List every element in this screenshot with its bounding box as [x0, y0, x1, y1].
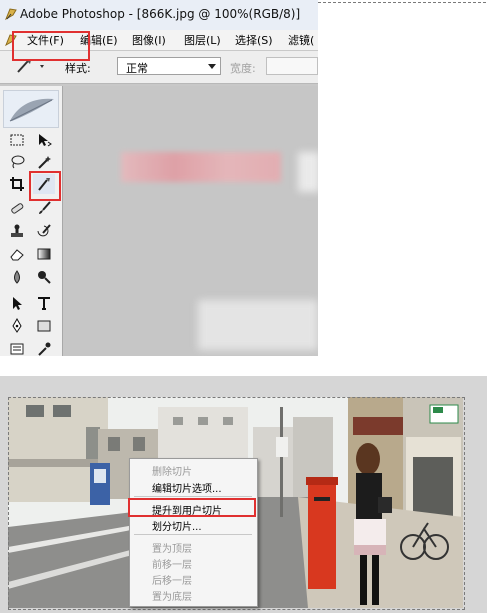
style-label: 样式:: [65, 62, 91, 75]
history-brush-icon[interactable]: [33, 221, 55, 241]
ctx-bring-forward[interactable]: 前移一层: [152, 556, 192, 571]
photoshop-app-icon: [5, 8, 17, 21]
menu-select[interactable]: 选择(S): [233, 32, 275, 48]
clone-stamp-icon[interactable]: [6, 221, 28, 241]
dodge-tool-icon[interactable]: [33, 267, 55, 287]
lasso-tool-icon[interactable]: [6, 152, 28, 172]
feather-logo: [3, 90, 59, 128]
title-bar: Adobe Photoshop - [866K.jpg @ 100%(RGB/8…: [0, 0, 318, 31]
pen-tool-icon[interactable]: [6, 316, 28, 336]
width-input[interactable]: [266, 57, 318, 75]
menu-separator: [134, 496, 252, 497]
menu-separator: [134, 534, 252, 535]
eyedropper-tool-icon[interactable]: [33, 339, 55, 356]
blur-tool-icon[interactable]: [6, 267, 28, 287]
marquee-tool-icon[interactable]: [6, 130, 28, 150]
crop-tool-icon[interactable]: [6, 174, 28, 194]
ctx-delete-slice[interactable]: 删除切片: [152, 463, 192, 478]
blurred-content: [198, 300, 318, 350]
ctx-bring-to-front[interactable]: 置为顶层: [152, 540, 192, 555]
selection-border: [318, 2, 486, 3]
feather-icon: [9, 98, 54, 122]
brush-tool-icon[interactable]: [33, 198, 55, 218]
width-label: 宽度:: [230, 62, 256, 75]
type-tool-icon[interactable]: [33, 293, 55, 313]
highlight-slice-tool: [29, 171, 61, 201]
blurred-content: [298, 152, 318, 192]
blurred-content: [121, 152, 281, 182]
notes-tool-icon[interactable]: [6, 339, 28, 356]
eraser-tool-icon[interactable]: [6, 244, 28, 264]
menu-layer[interactable]: 图层(L): [182, 32, 223, 48]
menu-filter[interactable]: 滤镜(: [286, 32, 316, 48]
highlight-menu-file: [12, 31, 90, 61]
healing-brush-icon[interactable]: [6, 198, 28, 218]
menu-image[interactable]: 图像(I): [130, 32, 168, 48]
ctx-divide-slice[interactable]: 划分切片...: [152, 518, 202, 533]
ctx-edit-slice-options[interactable]: 编辑切片选项...: [152, 480, 222, 495]
magic-wand-icon[interactable]: [33, 152, 55, 172]
context-menu: 删除切片 编辑切片选项... 提升到用户切片 划分切片... 置为顶层 前移一层…: [129, 458, 258, 607]
style-select-value: 正常: [126, 62, 148, 75]
shape-tool-icon[interactable]: [33, 316, 55, 336]
gradient-tool-icon[interactable]: [33, 244, 55, 264]
ctx-send-backward[interactable]: 后移一层: [152, 572, 192, 587]
toolbox: [0, 86, 63, 356]
chevron-down-icon: [208, 64, 216, 69]
path-selection-icon[interactable]: [6, 293, 28, 313]
ctx-send-to-back[interactable]: 置为底层: [152, 588, 192, 603]
window-title: Adobe Photoshop - [866K.jpg @ 100%(RGB/8…: [20, 7, 301, 21]
move-tool-icon[interactable]: [33, 130, 55, 150]
style-select[interactable]: 正常: [117, 57, 221, 75]
highlight-promote-item: [128, 498, 256, 517]
